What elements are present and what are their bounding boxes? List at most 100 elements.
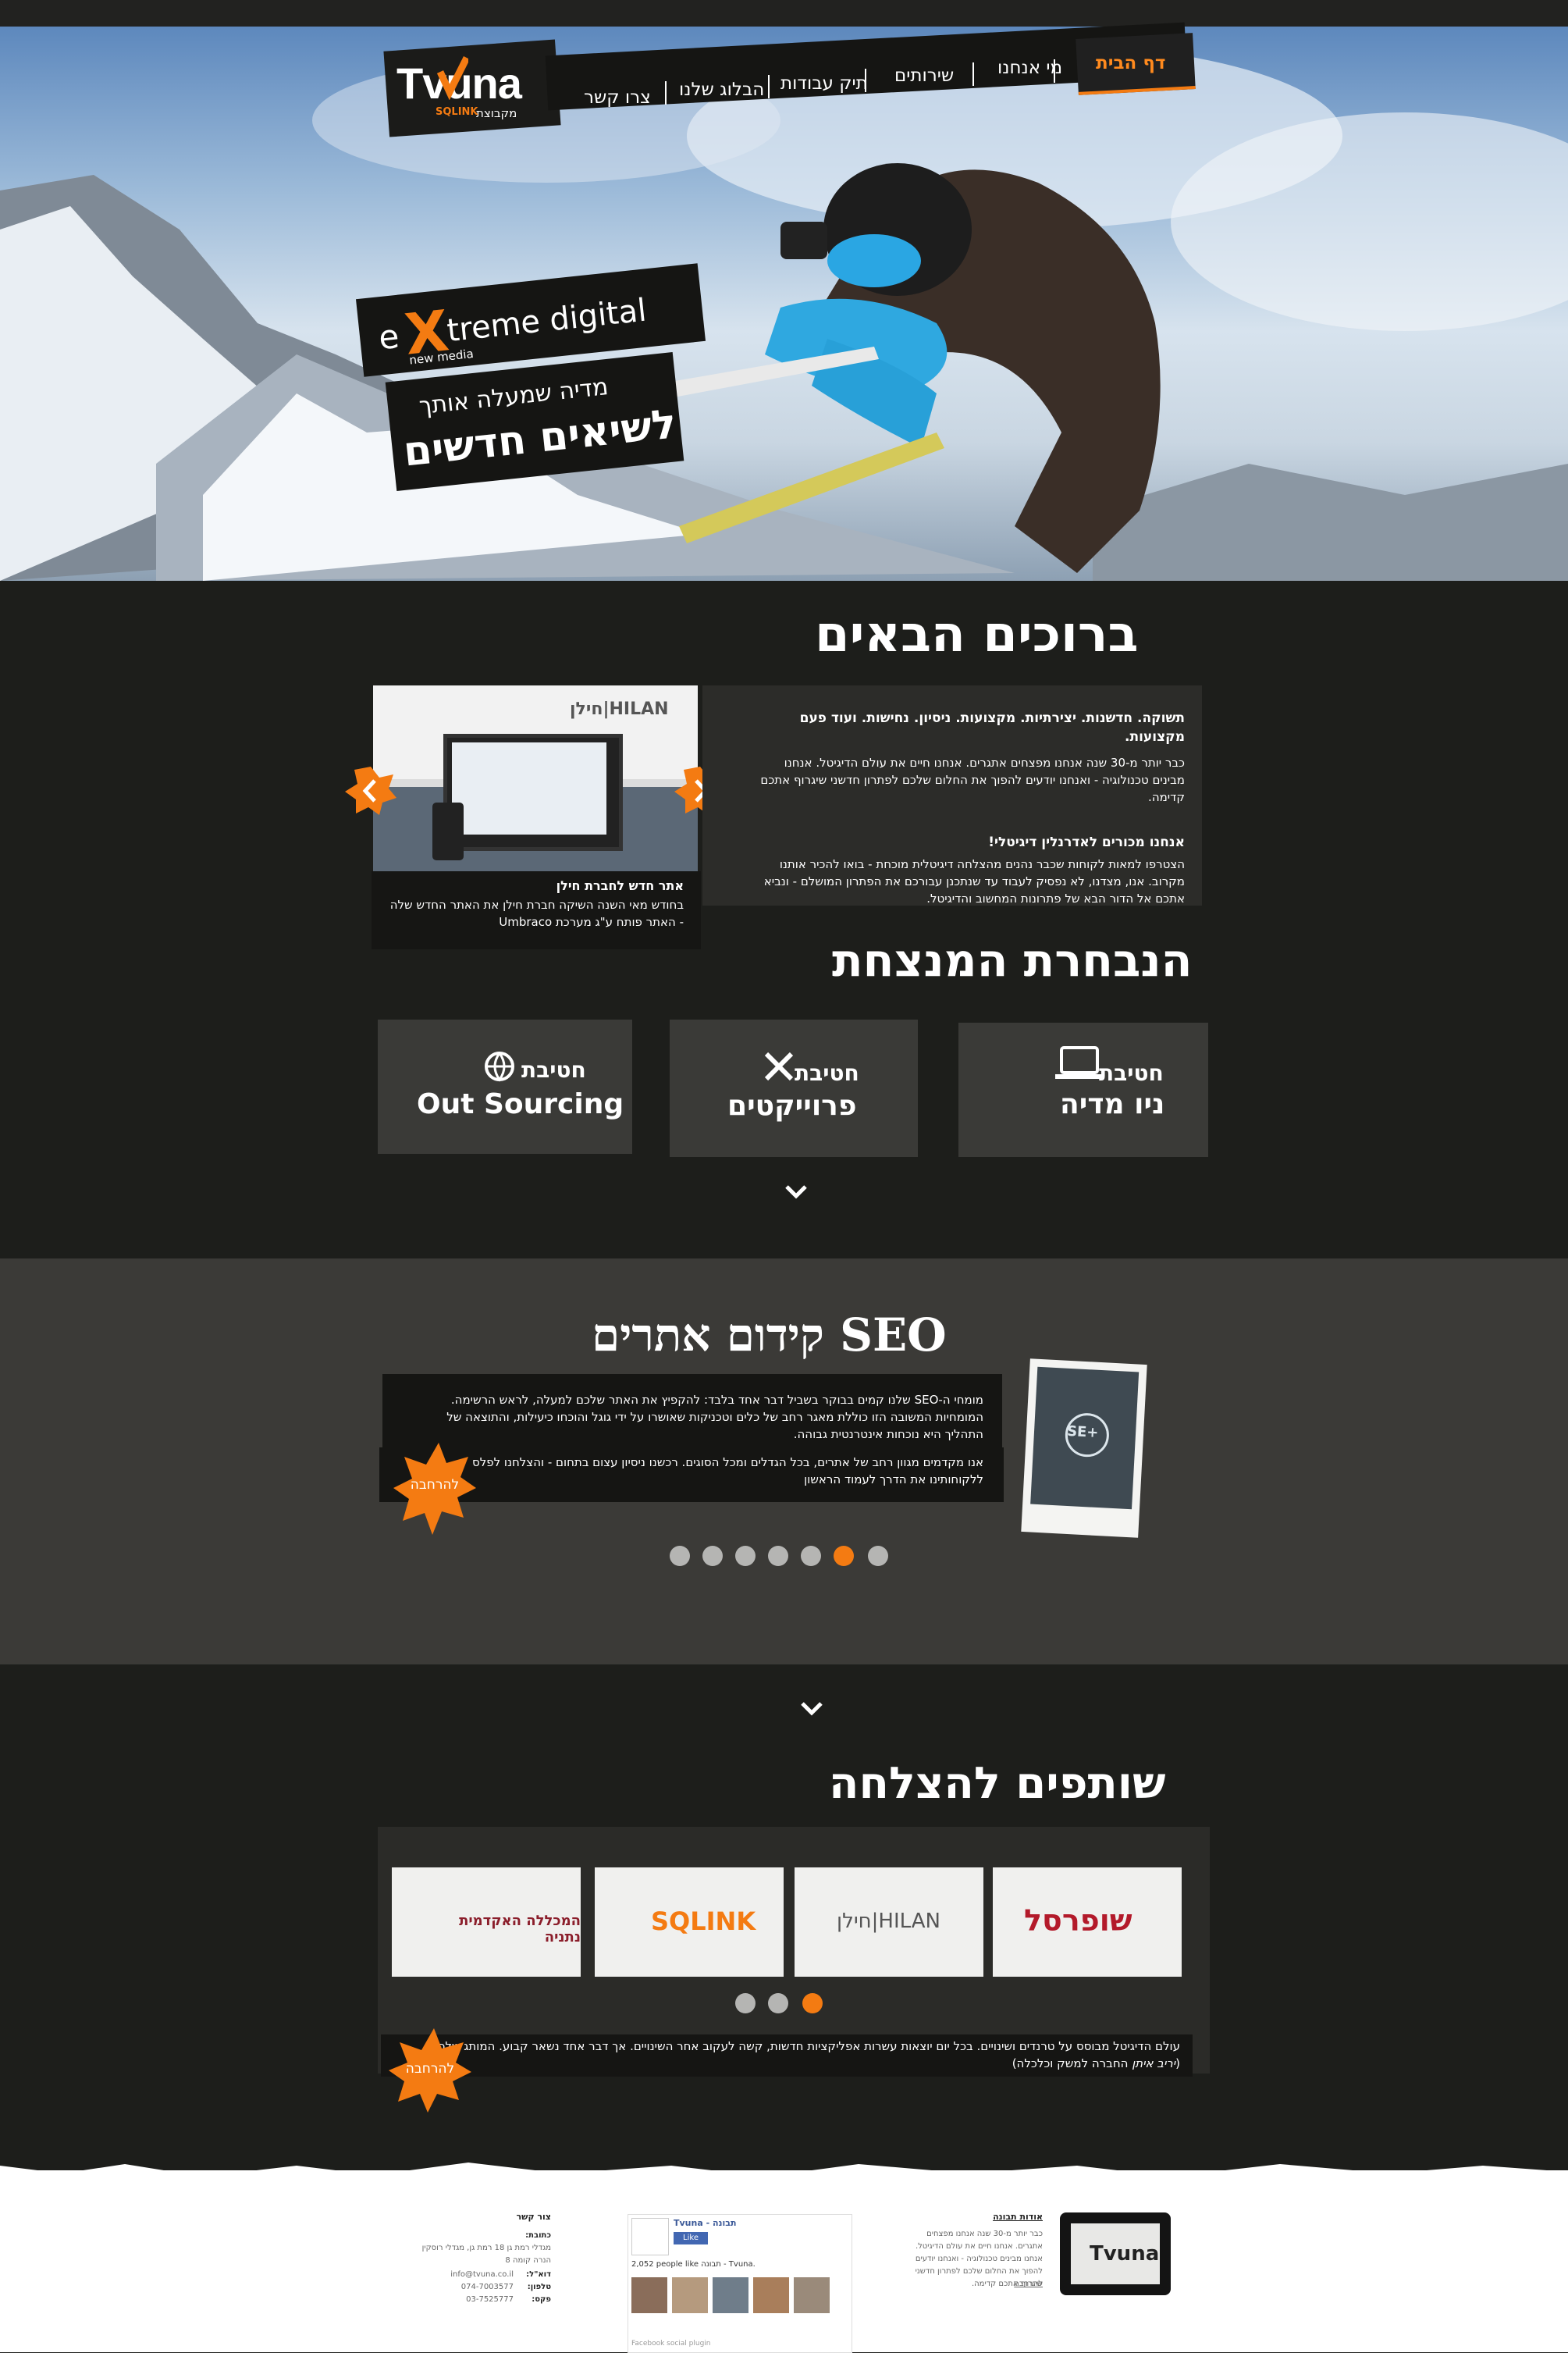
- site-logo[interactable]: Tvuna מקבוצת SQLINK: [383, 39, 562, 137]
- footer-about-title[interactable]: אודות תבונה: [921, 2211, 1043, 2223]
- facebook-widget: Tvuna - תבונה Like 2,052 people like תבו…: [628, 2214, 852, 2353]
- welcome-subhead: אנחנו מכורים לאדרנלין דיגיטלי!: [988, 835, 1185, 850]
- avatar: [713, 2277, 748, 2313]
- nav-contact[interactable]: צרו קשר: [584, 87, 651, 108]
- facebook-page-avatar: [631, 2218, 669, 2255]
- partners-slider-dot-active[interactable]: [802, 1993, 823, 2013]
- nav-separator: [972, 62, 974, 86]
- division-prefix: חטיבת: [1099, 1060, 1164, 1086]
- welcome-lead: תשוקה. חדשנות. יצירתיות. מקצועות. ניסיון…: [799, 710, 1185, 745]
- hero-banner: [0, 27, 1568, 581]
- contact-phone-label: טלפון:: [527, 2283, 551, 2291]
- footer-about-more[interactable]: להרחבה: [921, 2278, 1043, 2291]
- division-name: ניו מדיה: [1060, 1088, 1165, 1120]
- facebook-like-button[interactable]: Like: [674, 2232, 708, 2244]
- globe-icon: [485, 1052, 514, 1082]
- seo-paragraph-2: אנו מקדמים מגוון רחב של אתרים, בכל הגדלי…: [471, 1455, 983, 1486]
- facebook-page-name[interactable]: Tvuna - תבונה: [674, 2218, 737, 2228]
- partner-name: חילן|HILAN: [837, 1910, 940, 1933]
- nav-home[interactable]: דף הבית: [1096, 53, 1165, 73]
- footer-tablet-logo: Tvuna: [1090, 2242, 1160, 2266]
- slide-caption: אתר חדש לחברת חילן בחודש מאי השנה השיקה …: [372, 871, 701, 949]
- division-prefix: חטיבת: [795, 1060, 859, 1086]
- nav-separator: [768, 75, 770, 98]
- slide-phone: [432, 803, 464, 860]
- partners-more-label: להרחבה: [405, 2061, 455, 2077]
- seo-slider-dot[interactable]: [768, 1546, 788, 1566]
- partner-name: המכללה האקדמית נתניה: [459, 1913, 581, 1945]
- seo-slider-dot[interactable]: [670, 1546, 690, 1566]
- slide-monitor: [443, 734, 623, 851]
- facebook-like-count: 2,052 people like תבונה - Tvuna.: [631, 2260, 756, 2269]
- partner-name: שופרסל: [1024, 1903, 1132, 1938]
- slide-logo: חילן|HILAN: [570, 699, 669, 719]
- seo-slider-dot[interactable]: [735, 1546, 756, 1566]
- slider-prev-button[interactable]: [343, 764, 398, 818]
- nav-separator: [665, 81, 667, 105]
- partners-text-em: יריב איתן: [1132, 2056, 1176, 2070]
- partners-text-panel: עולם הדיגיטל מבוסס על טרנדים ושינויים. ב…: [381, 2034, 1193, 2077]
- top-strip: [0, 0, 1568, 27]
- welcome-text-panel: תשוקה. חדשנות. יצירתיות. מקצועות. ניסיון…: [702, 685, 1202, 906]
- nav-blog[interactable]: הבלוג שלנו: [679, 80, 764, 100]
- division-name: פרוייקטים: [727, 1090, 857, 1122]
- partners-slider-dot[interactable]: [735, 1993, 756, 2013]
- avatar: [753, 2277, 789, 2313]
- contact-address-label: כתובת:: [525, 2231, 551, 2240]
- slide-caption-text: בחודש מאי השנה השיקה חברת חילן את האתר ה…: [389, 898, 684, 929]
- partner-logo-shufersal[interactable]: שופרסל: [993, 1867, 1182, 1977]
- seo-slider-dot[interactable]: [702, 1546, 723, 1566]
- welcome-paragraph-2: הצטרפו למאות לקוחות שכבר נהנים מהצלחה די…: [763, 857, 1185, 906]
- avatar: [794, 2277, 830, 2313]
- contact-email[interactable]: info@tvuna.co.il: [406, 2269, 514, 2281]
- brand-rest: treme digital: [445, 292, 649, 350]
- division-new-media[interactable]: חטיבת ניו מדיה: [958, 1023, 1208, 1157]
- partners-slider-dot[interactable]: [768, 1993, 788, 2013]
- footer-contact-title: צור קשר: [516, 2212, 551, 2222]
- facebook-fan-faces: [631, 2277, 848, 2315]
- partners-text-part: החברה למשק וכלכלה): [1012, 2056, 1132, 2070]
- partner-logo-hilan[interactable]: חילן|HILAN: [795, 1867, 983, 1977]
- contact-address: מגדלי רמת גן 18 רמת גן, מגדלי רוסקין הנר…: [421, 2244, 551, 2265]
- division-outsourcing[interactable]: חטיבת Out Sourcing: [378, 1020, 632, 1154]
- welcome-slider: חילן|HILAN: [373, 685, 698, 873]
- seo-slider-dot[interactable]: [868, 1546, 888, 1566]
- welcome-paragraph-1: כבר יותר מ-30 שנה אנחנו מפצחים אתגרים. א…: [760, 756, 1185, 804]
- slide-screen: [452, 742, 606, 835]
- nav-services[interactable]: שירותים: [894, 66, 954, 86]
- avatar: [631, 2277, 667, 2313]
- hero-scenery: [0, 42, 1568, 581]
- divisions-title: הנבחרת המנצחת: [832, 934, 1193, 987]
- partner-logo-sqlink[interactable]: SQLINK: [595, 1867, 784, 1977]
- partner-logo-netanya[interactable]: המכללה האקדמית נתניה: [392, 1867, 581, 1977]
- seo-slider-dot-active[interactable]: [834, 1546, 854, 1566]
- seo-more-button[interactable]: להרחבה: [392, 1436, 478, 1538]
- seo-title: SEO קידום אתרים: [592, 1308, 947, 1362]
- chevron-down-icon[interactable]: [784, 1184, 809, 1202]
- seo-photo-label: SE+: [1066, 1422, 1099, 1441]
- footer-torn-edge: [0, 2163, 1568, 2181]
- contact-email-label: דוא"ל:: [526, 2270, 551, 2279]
- facebook-plugin-label: Facebook social plugin: [631, 2340, 711, 2348]
- chevron-down-icon[interactable]: [799, 1700, 824, 1719]
- seo-photo: SE+: [1030, 1366, 1140, 1510]
- tools-icon: [764, 1052, 794, 1081]
- nav-about[interactable]: מי אנחנו: [997, 58, 1062, 78]
- partner-name: SQLINK: [651, 1906, 756, 1936]
- contact-fax: 03-7525777: [466, 2295, 514, 2304]
- footer-tablet-screen: Tvuna: [1071, 2223, 1160, 2284]
- nav-portfolio[interactable]: תיק עבודות: [780, 73, 868, 94]
- division-prefix: חטיבת: [521, 1057, 586, 1083]
- seo-paragraph-1: מומחי ה-SEO שלנו קמים בבוקר בשביל דבר אח…: [446, 1393, 983, 1441]
- contact-phone: 074-7003577: [460, 2283, 514, 2291]
- partners-more-button[interactable]: להרחבה: [387, 2022, 473, 2116]
- partners-title: שותפים להצלחה: [829, 1758, 1166, 1809]
- logo-sub: מקבוצת: [476, 106, 517, 120]
- seo-slider-dot[interactable]: [801, 1546, 821, 1566]
- slide-caption-title: אתר חדש לחברת חילן: [556, 878, 684, 893]
- seo-more-label: להרחבה: [410, 1477, 460, 1493]
- welcome-title: ברוכים הבאים: [815, 606, 1139, 664]
- division-projects[interactable]: חטיבת פרוייקטים: [670, 1020, 918, 1157]
- partners-text: עולם הדיגיטל מבוסס על טרנדים ושינויים. ב…: [428, 2038, 1180, 2072]
- logo-group: SQLINK: [436, 106, 478, 118]
